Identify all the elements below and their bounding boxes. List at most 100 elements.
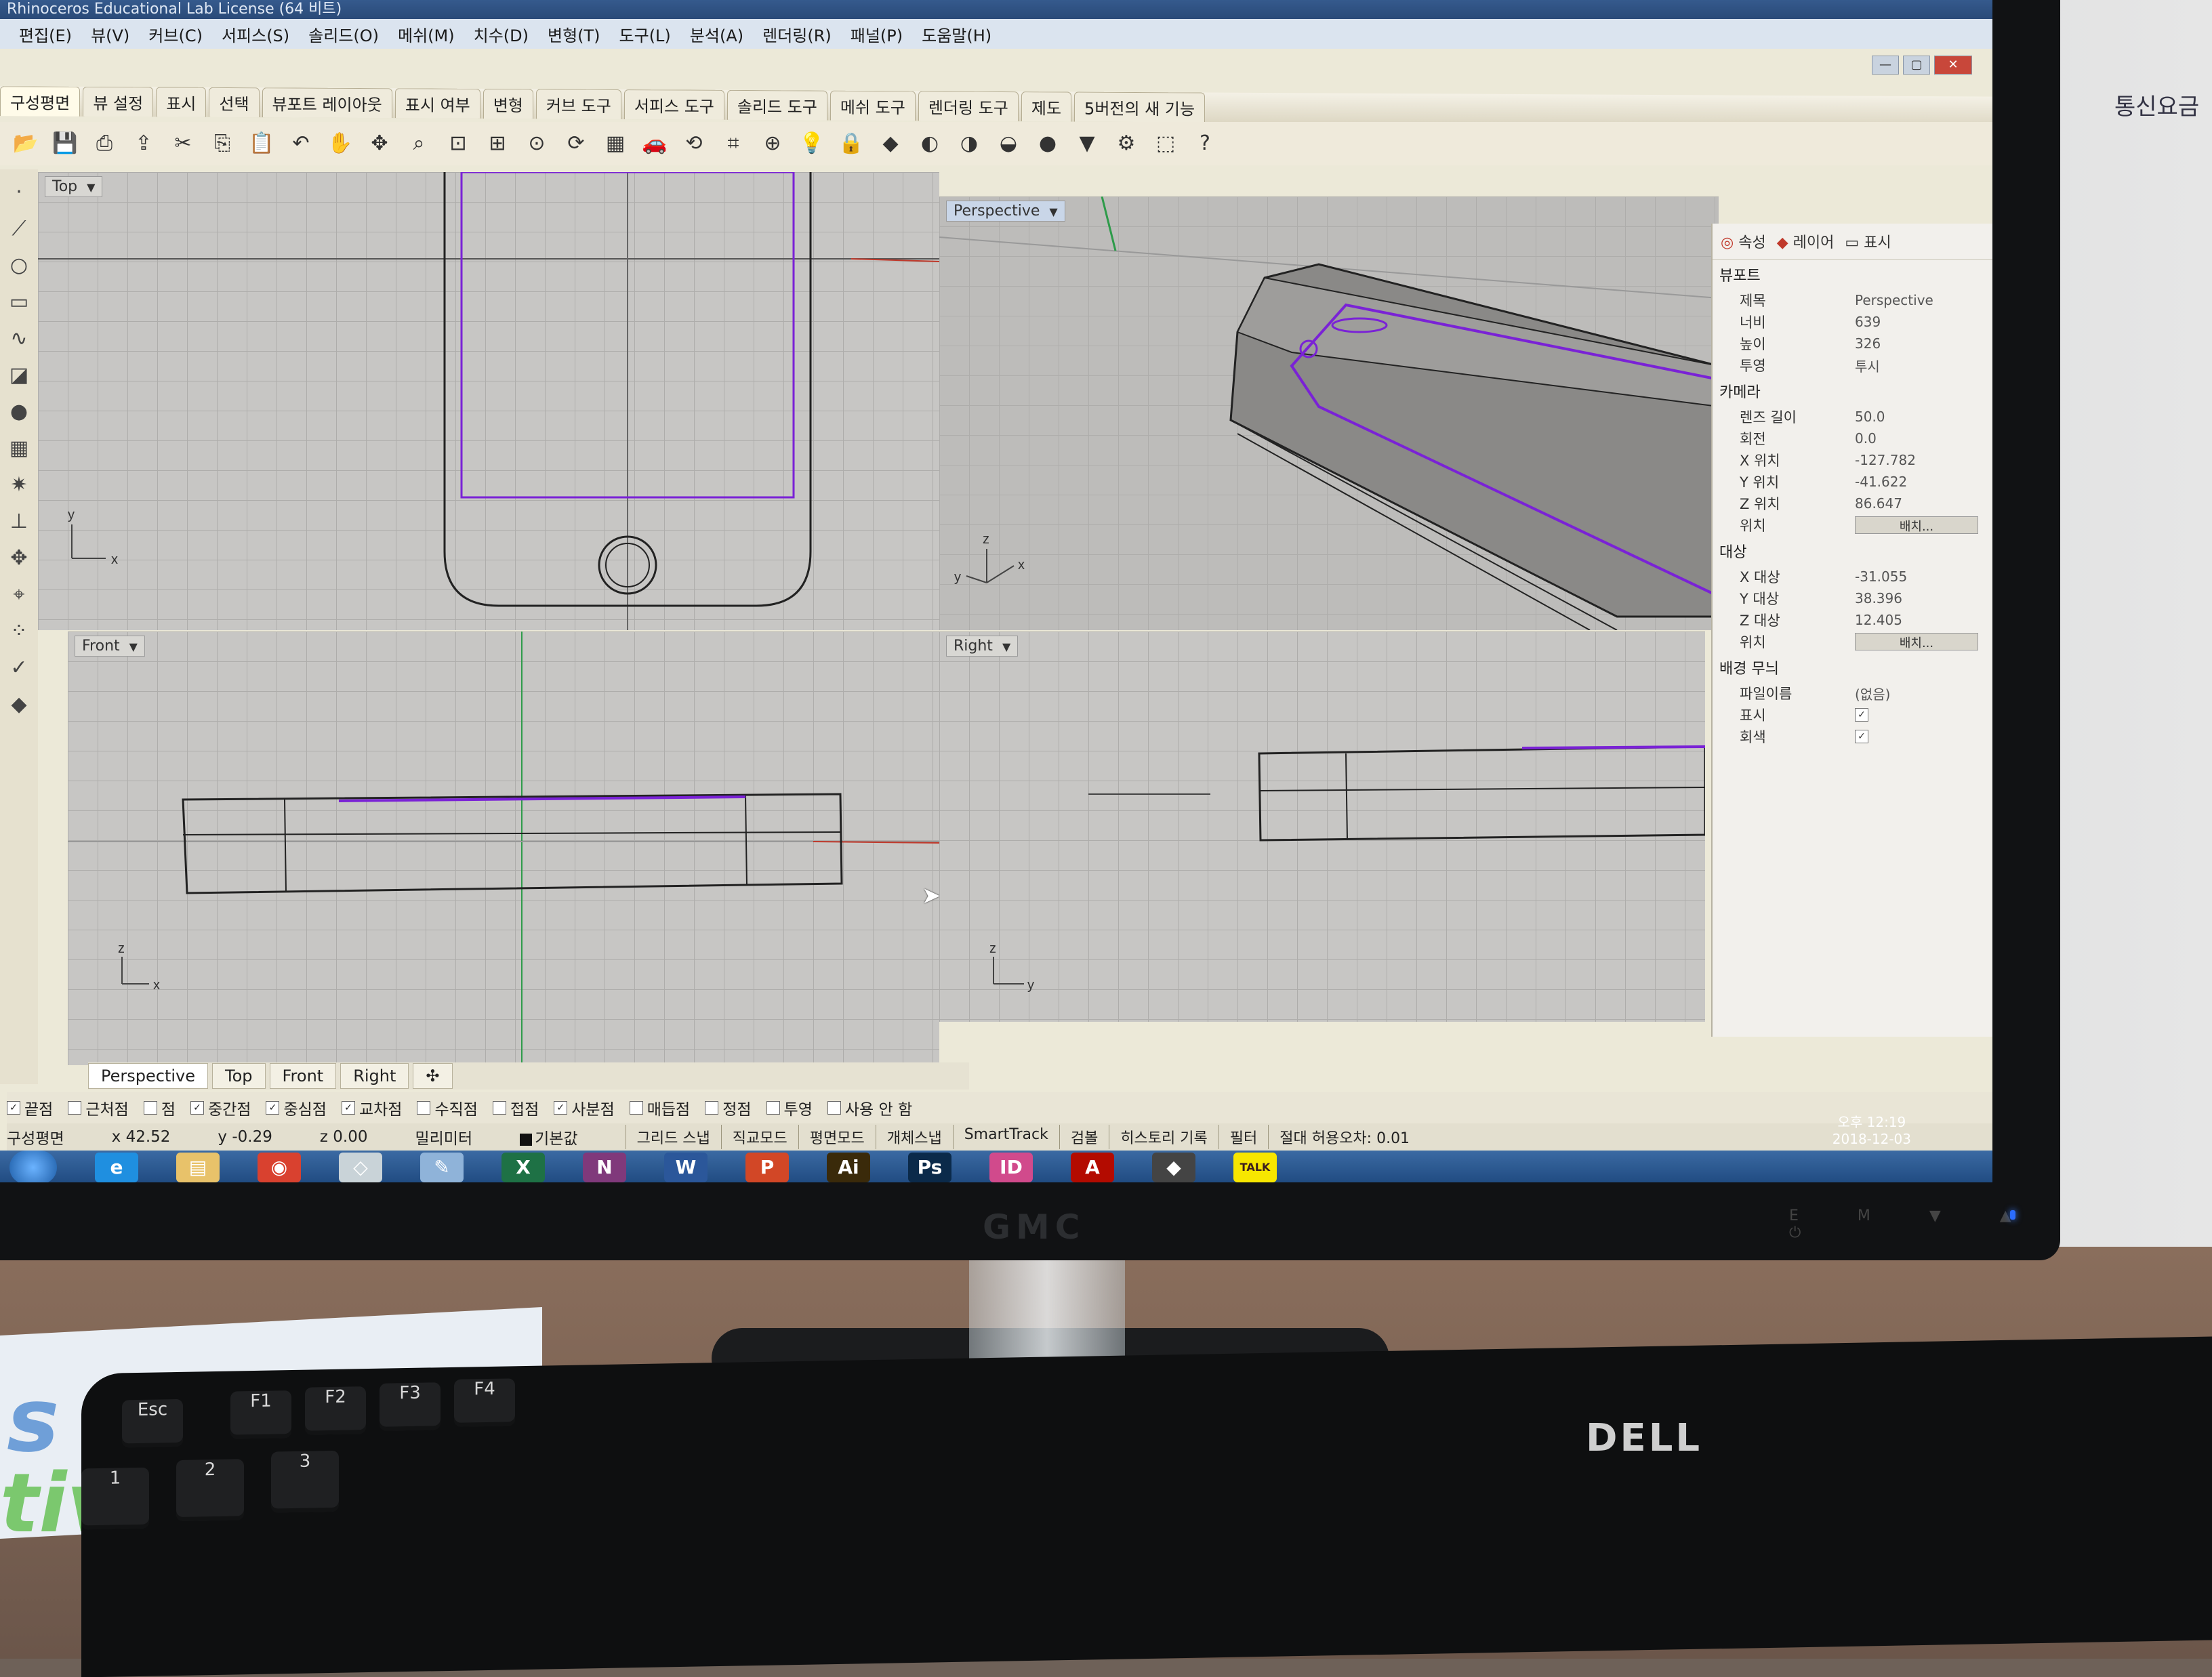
ie-icon[interactable]: e <box>95 1153 138 1182</box>
solid-icon[interactable]: ● <box>5 398 33 426</box>
toolbar-tab-12[interactable]: 제도 <box>1021 91 1072 122</box>
target-value-0[interactable]: -31.055 <box>1855 568 1992 585</box>
viewport-value-2[interactable]: 326 <box>1855 335 1992 352</box>
render-tool-icon[interactable]: ◆ <box>5 691 33 718</box>
menu-item-0[interactable]: 편집(E) <box>19 22 72 46</box>
osnap-checkbox-3[interactable]: ✓ <box>190 1101 204 1115</box>
osnap-checkbox-9[interactable] <box>629 1101 643 1115</box>
toolbar-tab-1[interactable]: 뷰 설정 <box>83 86 154 117</box>
viewport-front[interactable]: z x Front ▼ ➤ <box>68 632 939 1065</box>
viewport-label-right[interactable]: Right ▼ <box>946 636 1019 657</box>
menu-item-1[interactable]: 뷰(V) <box>91 22 129 46</box>
chrome-icon[interactable]: ◉ <box>258 1153 301 1182</box>
toolbar-tab-7[interactable]: 커브 도구 <box>535 89 621 120</box>
shade-icon[interactable]: ◑ <box>956 130 983 157</box>
osnap-9[interactable]: 매듭점 <box>629 1096 690 1119</box>
osnap-checkbox-7[interactable] <box>492 1101 506 1115</box>
viewport-value-3[interactable]: 투시 <box>1855 356 1992 375</box>
status-button-4[interactable]: SmartTrack <box>952 1125 1059 1149</box>
selection-icon[interactable]: ⬚ <box>1152 130 1179 157</box>
kakaotalk-icon[interactable]: TALK <box>1233 1153 1277 1182</box>
onenote-icon[interactable]: N <box>583 1153 626 1182</box>
show-checkbox[interactable]: ✓ <box>1855 708 1868 722</box>
status-button-8[interactable]: 절대 허용오차: 0.01 <box>1268 1125 1420 1149</box>
osnap-checkbox-8[interactable]: ✓ <box>554 1101 568 1115</box>
osnap-checkbox-0[interactable]: ✓ <box>7 1101 20 1115</box>
status-button-1[interactable]: 직교모드 <box>720 1125 798 1149</box>
zoom-selected-icon[interactable]: ⊙ <box>523 130 550 157</box>
circle-icon[interactable]: ○ <box>5 252 33 279</box>
menu-item-8[interactable]: 도구(L) <box>619 22 671 46</box>
maximize-button[interactable]: ▢ <box>1903 56 1930 75</box>
car-icon[interactable]: 🚗 <box>641 130 668 157</box>
settings-icon[interactable]: ⚙ <box>1113 130 1140 157</box>
osnap-0[interactable]: ✓ 끝점 <box>7 1096 53 1119</box>
target-place-button[interactable]: 배치... <box>1855 633 1978 650</box>
render-icon[interactable]: ◐ <box>916 130 943 157</box>
toolbar-tab-6[interactable]: 변형 <box>483 88 533 119</box>
close-button[interactable]: ✕ <box>1934 56 1972 75</box>
menu-item-11[interactable]: 패널(P) <box>851 22 903 46</box>
toolbar-tab-11[interactable]: 렌더링 도구 <box>918 91 1019 122</box>
explode-icon[interactable]: ✷ <box>5 472 33 499</box>
osnap-checkbox-12[interactable] <box>827 1101 841 1115</box>
app-icon[interactable]: ◇ <box>339 1153 382 1182</box>
layer-icon[interactable]: ◆ <box>877 130 904 157</box>
osnap-3[interactable]: ✓ 중간점 <box>190 1096 251 1119</box>
dimension-icon[interactable]: ⊥ <box>5 508 33 535</box>
paint-icon[interactable]: ✎ <box>420 1153 464 1182</box>
illustrator-icon[interactable]: Ai <box>827 1153 870 1182</box>
target-value-1[interactable]: 38.396 <box>1855 590 1992 606</box>
excel-icon[interactable]: X <box>501 1153 545 1182</box>
cut-icon[interactable]: ✂ <box>169 130 197 157</box>
camera-value-3[interactable]: -41.622 <box>1855 474 1992 490</box>
osnap-checkbox-1[interactable] <box>68 1101 82 1115</box>
acrobat-icon[interactable]: A <box>1071 1153 1114 1182</box>
array-icon[interactable]: ⁘ <box>5 618 33 645</box>
zoom-window-icon[interactable]: ⊡ <box>445 130 472 157</box>
osnap-checkbox-11[interactable] <box>766 1101 780 1115</box>
undo-icon[interactable]: ↶ <box>287 130 314 157</box>
osnap-checkbox-5[interactable]: ✓ <box>341 1101 355 1115</box>
surface-icon[interactable]: ◪ <box>5 362 33 389</box>
rhino-icon[interactable]: ◆ <box>1152 1153 1195 1182</box>
menu-item-9[interactable]: 분석(A) <box>690 22 743 46</box>
status-layer[interactable]: 기본값 <box>520 1125 578 1148</box>
filter-icon[interactable]: ▼ <box>1073 130 1101 157</box>
viewport-value-0[interactable]: Perspective <box>1855 292 1992 308</box>
toolbar-tab-13[interactable]: 5버전의 새 기능 <box>1074 91 1206 123</box>
osnap-checkbox-6[interactable] <box>417 1101 431 1115</box>
menu-item-10[interactable]: 렌더링(R) <box>762 22 832 46</box>
osnap-8[interactable]: ✓ 사분점 <box>554 1096 615 1119</box>
add-viewport-tab-icon[interactable]: ✣ <box>413 1063 453 1089</box>
light-icon[interactable]: 💡 <box>798 130 825 157</box>
import-icon[interactable]: ⇪ <box>130 130 157 157</box>
camera-value-2[interactable]: -127.782 <box>1855 452 1992 468</box>
grid-icon[interactable]: ⌗ <box>720 130 747 157</box>
folder-icon[interactable]: ▤ <box>176 1153 220 1182</box>
viewport-value-1[interactable]: 639 <box>1855 314 1992 330</box>
rotate-icon[interactable]: ✥ <box>366 130 393 157</box>
toolbar-tab-4[interactable]: 뷰포트 레이아웃 <box>262 87 392 119</box>
status-button-0[interactable]: 그리드 스냅 <box>625 1125 721 1149</box>
menu-item-6[interactable]: 치수(D) <box>474 22 529 46</box>
viewport-right[interactable]: z y Right ▼ <box>939 632 1705 1022</box>
viewport-top[interactable]: y x Top ▼ <box>38 172 939 630</box>
menu-item-7[interactable]: 변형(T) <box>548 22 600 46</box>
camera-value-4[interactable]: 86.647 <box>1855 495 1992 512</box>
viewport-tab-perspective[interactable]: Perspective <box>88 1063 208 1089</box>
menu-item-5[interactable]: 메쉬(M) <box>398 22 455 46</box>
point-icon[interactable]: · <box>5 179 33 206</box>
osnap-10[interactable]: 정점 <box>705 1096 752 1119</box>
indesign-icon[interactable]: ID <box>989 1153 1033 1182</box>
menu-item-2[interactable]: 커브(C) <box>148 22 203 46</box>
toolbar-tab-2[interactable]: 표시 <box>156 87 207 117</box>
rectangle-icon[interactable]: ▭ <box>5 289 33 316</box>
viewport-tab-right[interactable]: Right <box>340 1063 409 1089</box>
tab-properties[interactable]: ◎ 속성 <box>1721 230 1766 252</box>
viewport-label-top[interactable]: Top ▼ <box>45 176 103 197</box>
menu-item-3[interactable]: 서피스(S) <box>222 22 289 46</box>
viewport-label-perspective[interactable]: Perspective ▼ <box>946 201 1065 222</box>
osnap-1[interactable]: 근처점 <box>68 1096 129 1119</box>
osnap-2[interactable]: 점 <box>143 1096 176 1119</box>
